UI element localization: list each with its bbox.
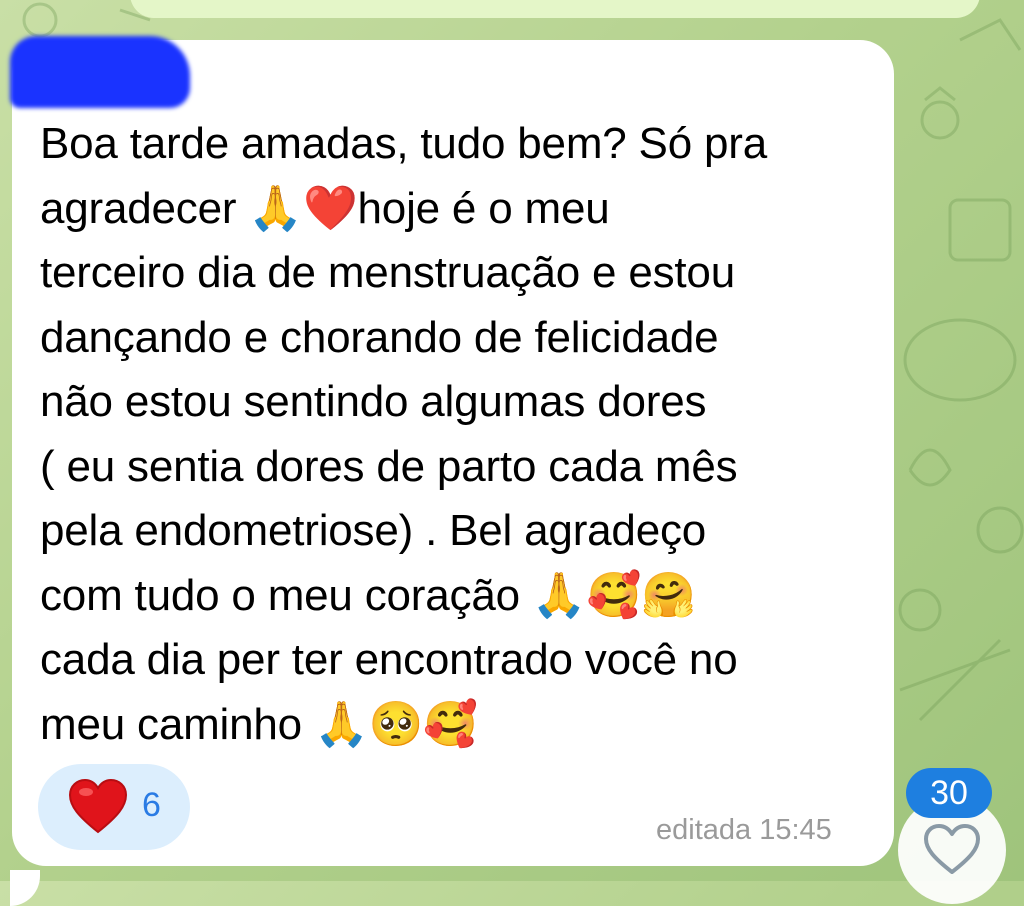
reaction-chip[interactable]: 6 (38, 764, 190, 850)
message-text: Boa tarde amadas, tudo bem? Só pra agrad… (40, 119, 767, 749)
sender-name-redacted (10, 36, 190, 108)
bubble-tail (10, 870, 40, 906)
heart-icon (68, 778, 128, 834)
reaction-count: 6 (142, 786, 161, 824)
message-timestamp: editada 15:45 (656, 814, 832, 846)
previous-message-bubble (130, 0, 980, 18)
unread-count-badge[interactable]: 30 (906, 768, 992, 818)
heart-outline-icon (924, 824, 980, 874)
